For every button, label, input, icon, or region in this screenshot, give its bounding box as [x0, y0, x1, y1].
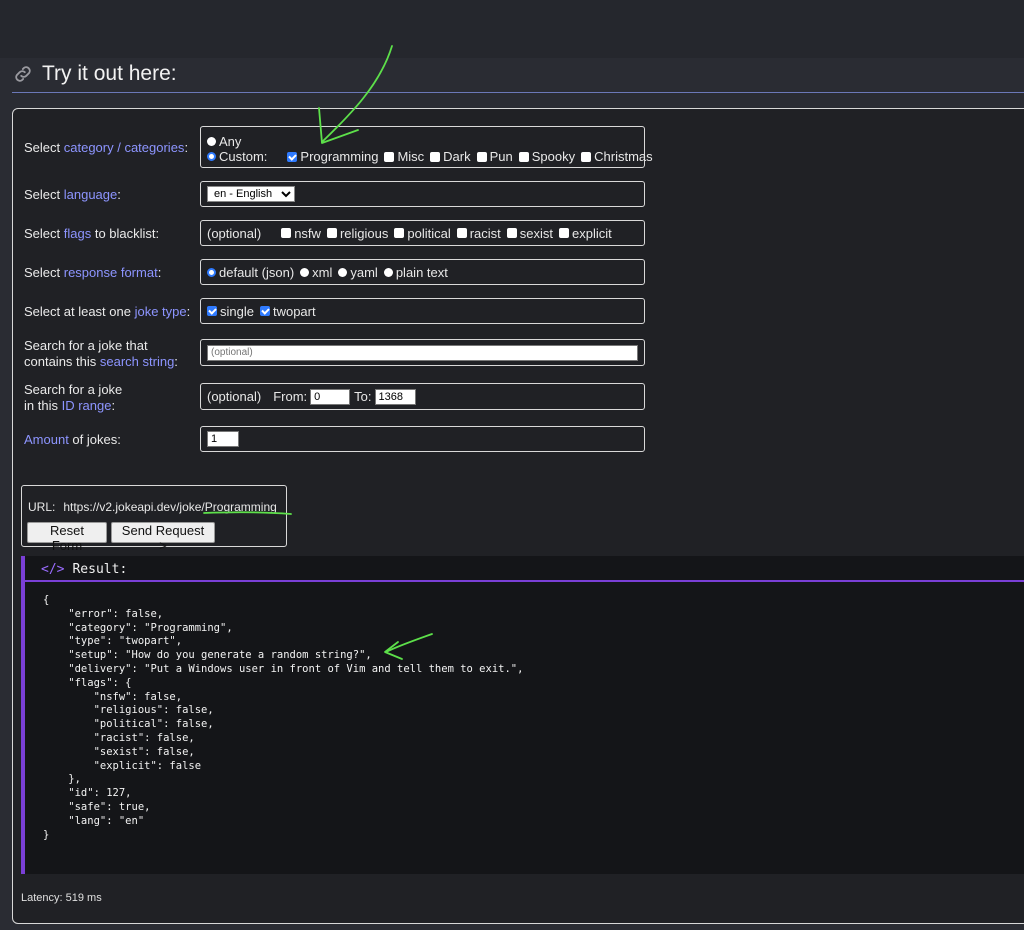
idrange-box: (optional) From: To: [200, 383, 645, 410]
format-xml-radio[interactable]: xml [300, 265, 332, 280]
result-json: { "error": false, "category": "Programmi… [43, 594, 524, 841]
joketype-link[interactable]: joke type [135, 304, 187, 319]
joketype-single-checkbox[interactable]: single [207, 304, 254, 319]
language-select[interactable]: en - English [207, 186, 295, 202]
language-link[interactable]: language [64, 187, 118, 202]
flag-nsfw-checkbox[interactable]: nsfw [281, 226, 321, 241]
link-icon[interactable] [12, 63, 34, 85]
result-title: Result: [72, 562, 128, 577]
url-line: URL: https://v2.jokeapi.dev/joke/Programm… [28, 500, 277, 514]
format-link[interactable]: response format [64, 265, 158, 280]
joketype-box: single twopart [200, 298, 645, 324]
section-title: Try it out here: [12, 62, 177, 86]
amount-input[interactable] [207, 431, 239, 447]
result-panel: </> Result: { "error": false, "category":… [21, 556, 1024, 874]
section-title-text: Try it out here: [42, 62, 177, 85]
category-spooky-checkbox[interactable]: Spooky [518, 149, 575, 164]
title-divider [12, 92, 1024, 93]
category-box: Any Custom: Programming Misc Dark Pun Sp… [200, 126, 653, 168]
category-dark-checkbox[interactable]: Dark [430, 149, 471, 164]
url-box: URL: https://v2.jokeapi.dev/joke/Programm… [21, 485, 287, 553]
search-link[interactable]: search string [100, 354, 174, 369]
idrange-to-label: To: [354, 389, 372, 404]
category-link[interactable]: category / categories [64, 140, 185, 155]
amount-link[interactable]: Amount [24, 432, 69, 447]
flag-religious-checkbox[interactable]: religious [326, 226, 388, 241]
format-box: default (json) xml yaml plain text [200, 259, 645, 285]
category-custom-radio[interactable]: Custom: [207, 149, 267, 164]
category-pun-checkbox[interactable]: Pun [476, 149, 513, 164]
top-bar [0, 0, 1024, 58]
search-label: Search for a joke that contains this sea… [24, 338, 178, 369]
amount-box [200, 426, 645, 452]
search-box [200, 339, 645, 366]
url-base[interactable]: https://v2.jokeapi.dev/joke/ [63, 500, 204, 514]
result-divider [25, 580, 1024, 582]
category-any-radio[interactable]: Any [207, 134, 241, 149]
send-request-button[interactable]: Send Request > [111, 522, 215, 553]
format-label: Select response format: [24, 265, 162, 280]
idrange-from-label: From: [273, 389, 308, 404]
idrange-from-input[interactable] [310, 388, 351, 405]
flag-sexist-checkbox[interactable]: sexist [506, 226, 553, 241]
idrange-label: Search for a joke in this ID range: [24, 382, 123, 413]
latency-text: Latency: 519 ms [21, 892, 102, 904]
result-header: </> Result: [41, 562, 127, 577]
amount-label: Amount of jokes: [24, 432, 121, 447]
flags-link[interactable]: flags [64, 226, 91, 241]
joketype-label: Select at least one joke type: [24, 304, 191, 319]
flags-optional-hint: (optional) [207, 225, 262, 241]
category-label: Select category / categories: [24, 140, 189, 155]
flag-political-checkbox[interactable]: political [394, 226, 451, 241]
format-plaintext-radio[interactable]: plain text [383, 265, 448, 280]
flags-label: Select flags to blacklist: [24, 226, 160, 241]
category-christmas-checkbox[interactable]: Christmas [581, 149, 653, 164]
reset-form-button[interactable]: Reset Form [27, 522, 107, 553]
url-label: URL: [28, 500, 56, 514]
code-icon: </> [41, 562, 65, 577]
search-input[interactable] [207, 344, 638, 361]
flag-racist-checkbox[interactable]: racist [456, 226, 501, 241]
format-yaml-radio[interactable]: yaml [338, 265, 378, 280]
category-misc-checkbox[interactable]: Misc [384, 149, 424, 164]
url-path[interactable]: Programming [205, 500, 277, 514]
idrange-optional-hint: (optional) [207, 389, 262, 404]
idrange-to-input[interactable] [374, 388, 416, 405]
category-programming-checkbox[interactable]: Programming [287, 149, 378, 164]
language-box: en - English [200, 181, 645, 207]
format-json-radio[interactable]: default (json) [207, 265, 294, 280]
language-label: Select language: [24, 187, 121, 202]
idrange-link[interactable]: ID range [62, 398, 112, 413]
flags-box: (optional) nsfw religious political raci… [200, 220, 645, 246]
flag-explicit-checkbox[interactable]: explicit [559, 226, 612, 241]
joketype-twopart-checkbox[interactable]: twopart [259, 304, 316, 319]
